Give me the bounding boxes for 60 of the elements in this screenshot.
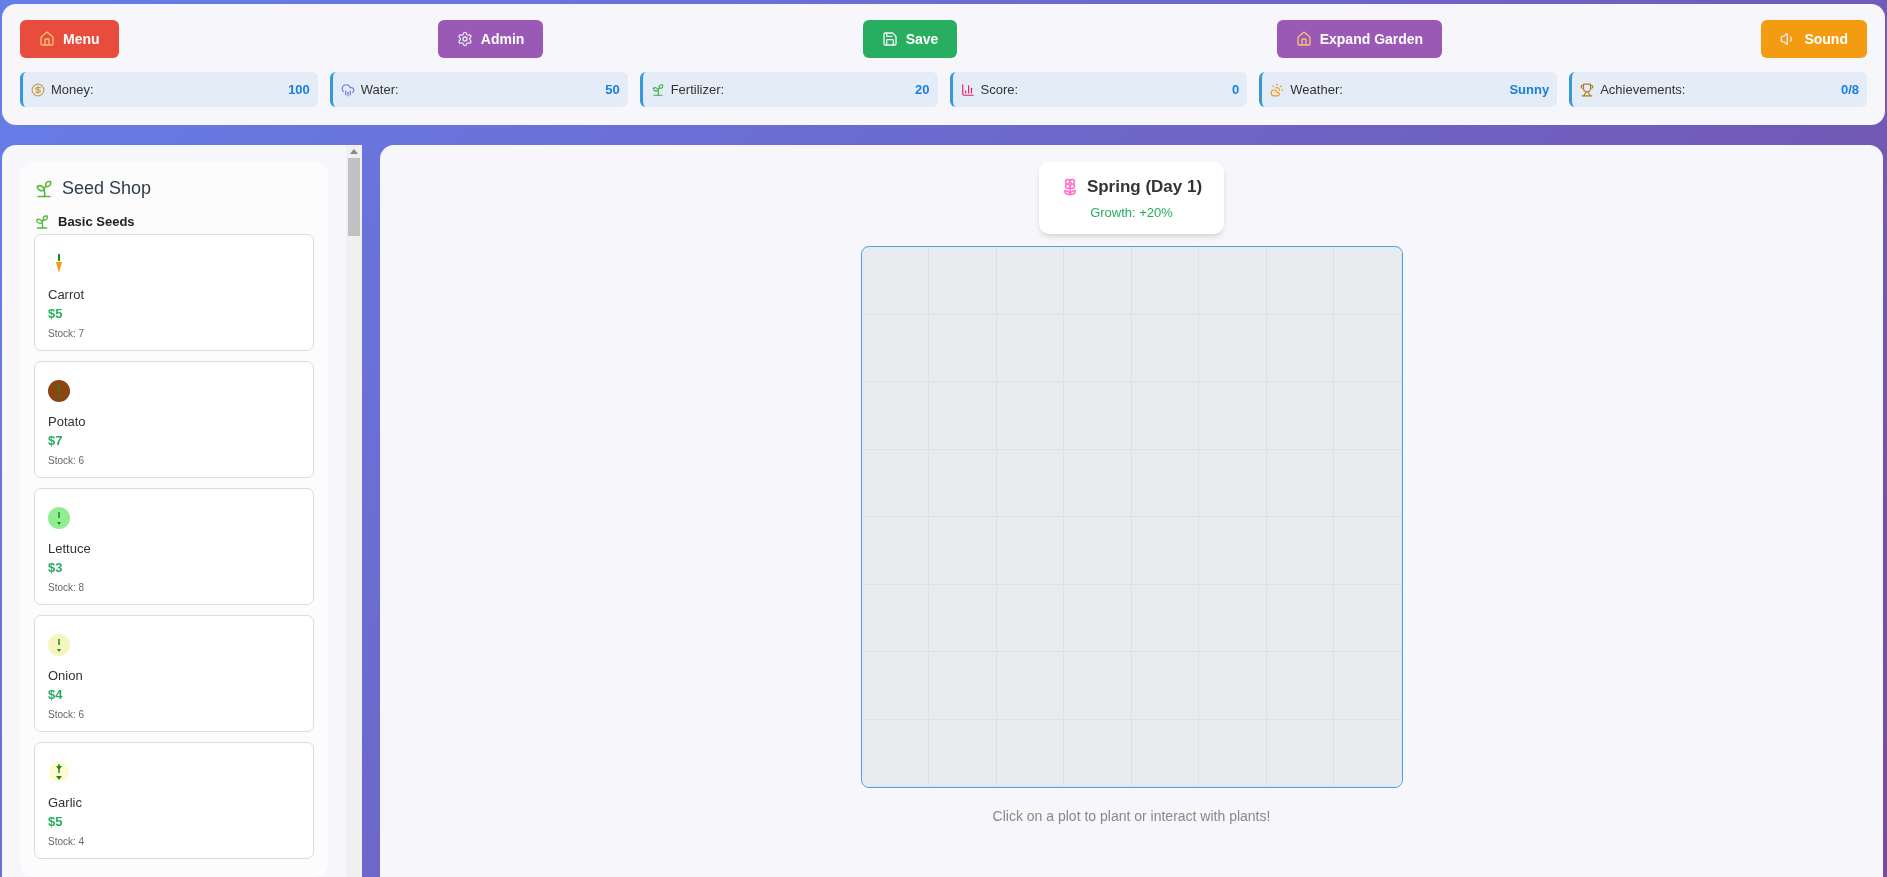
stat-value: 100 — [288, 80, 310, 99]
stat-label: Fertilizer: — [670, 80, 725, 99]
stat-value: 0/8 — [1840, 80, 1859, 99]
seed-icon — [48, 633, 70, 656]
seed-name: Onion — [48, 666, 84, 685]
stat-label: Score: — [980, 80, 1019, 99]
seed-icon — [48, 379, 70, 402]
scrollbar[interactable] — [346, 145, 362, 877]
seed-card[interactable]: Potato $7 Stock: 6 — [34, 360, 314, 478]
stat-value: 20 — [915, 80, 930, 99]
seed-stock: Stock: 4 — [48, 834, 86, 849]
seed-stock: Stock: 7 — [48, 326, 86, 341]
seed-name: Garlic — [48, 793, 83, 812]
seed-name: Carrot — [48, 285, 86, 304]
stat-label: Achievements: — [1600, 80, 1686, 99]
stat-value: 0 — [1232, 80, 1240, 99]
toolbar-button[interactable]: Admin — [437, 20, 544, 58]
seed-card[interactable]: Onion $4 Stock: 6 — [34, 614, 314, 732]
seed-shop-title: Seed Shop — [62, 177, 152, 200]
sprout-icon — [650, 82, 665, 97]
seed-card[interactable]: Lettuce $3 Stock: 8 — [34, 487, 314, 605]
seed-stock: Stock: 8 — [48, 580, 86, 595]
settings-icon — [456, 31, 473, 47]
seed-card[interactable]: Carrot $5 Stock: 7 — [34, 233, 314, 351]
seed-price: $7 — [48, 432, 64, 450]
rain-cloud-icon — [340, 82, 355, 97]
stat-label: Weather: — [1290, 80, 1343, 99]
growth-bonus: Growth: +20% — [1090, 203, 1173, 222]
seed-stock: Stock: 6 — [48, 707, 86, 722]
bar-chart-icon — [960, 82, 975, 97]
seed-price: $4 — [48, 686, 64, 704]
carrot-icon — [55, 253, 63, 274]
hint-text: Click on a plot to plant or interact with plants! — [992, 807, 1271, 826]
sun-cloud-icon — [1270, 82, 1285, 97]
seed-price: $5 — [48, 813, 64, 831]
sprout-icon — [34, 178, 54, 199]
seed-card[interactable]: Garlic $5 Stock: 4 — [34, 741, 314, 859]
sprout-icon — [48, 760, 70, 783]
garden-grid[interactable] — [860, 246, 1403, 788]
money-bag-icon — [31, 82, 45, 97]
seed-name: Potato — [48, 412, 87, 431]
stat-value: 50 — [605, 80, 620, 99]
seed-stock: Stock: 6 — [48, 453, 86, 468]
stat-value: Sunny — [1509, 80, 1550, 99]
toolbar-button[interactable]: Expand Garden — [1276, 20, 1443, 58]
seed-name: Lettuce — [48, 539, 92, 558]
house-icon — [39, 31, 55, 47]
category-heading: Basic Seeds — [58, 213, 135, 231]
toolbar-button[interactable]: Menu — [20, 20, 119, 58]
sprout-icon — [34, 213, 50, 230]
trophy-icon — [1580, 82, 1595, 97]
seed-price: $3 — [48, 559, 64, 577]
scrollbar-thumb[interactable] — [348, 158, 360, 236]
stat-label: Money: — [51, 80, 94, 99]
house-icon — [1295, 31, 1312, 47]
season-title: Spring (Day 1) — [1086, 176, 1203, 198]
seed-price: $5 — [48, 305, 64, 323]
scroll-up-arrow-icon[interactable] — [350, 149, 358, 154]
stat-label: Water: — [360, 80, 399, 99]
seed-icon — [48, 506, 70, 529]
